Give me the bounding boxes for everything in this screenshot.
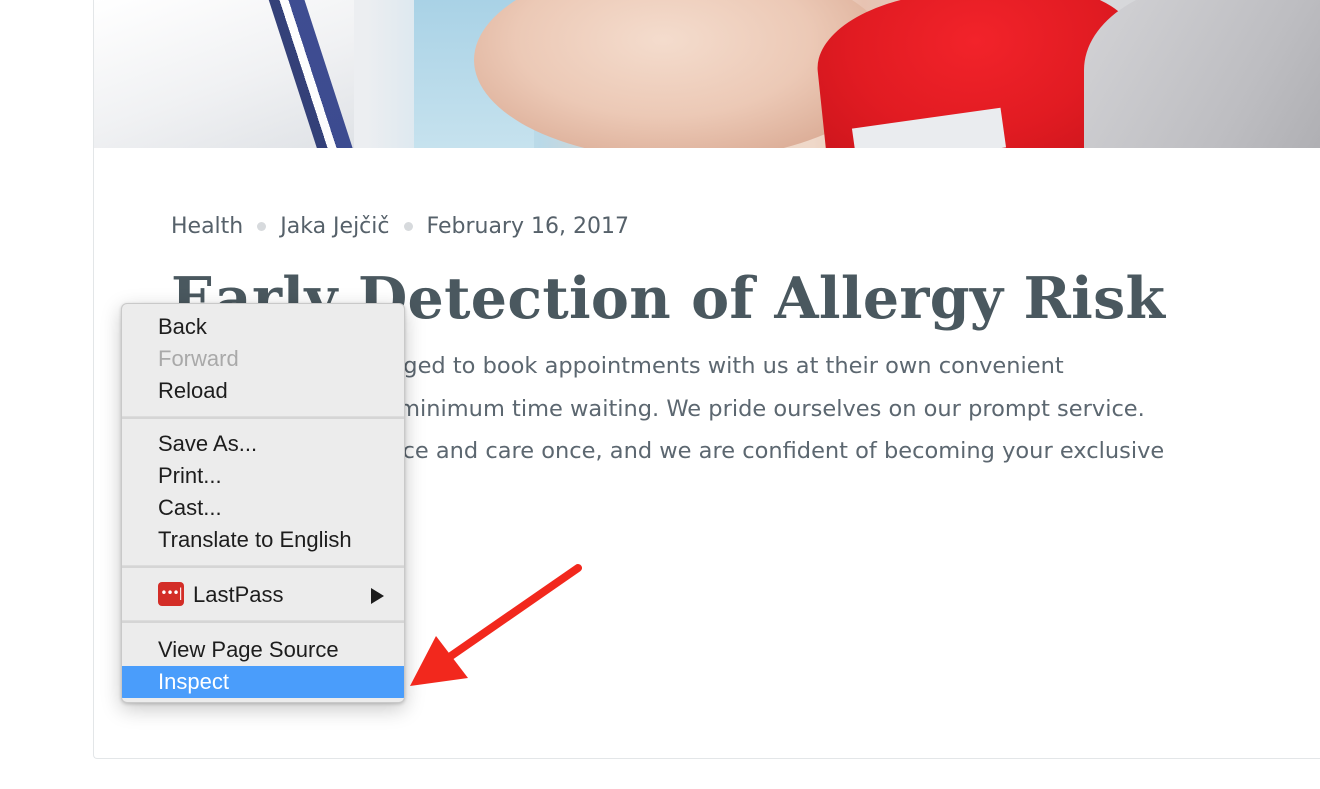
menu-item-forward: Forward [158, 346, 239, 371]
hero-image [94, 0, 1320, 148]
menu-separator [122, 565, 404, 568]
category-link[interactable]: Health [171, 214, 243, 239]
author-link[interactable]: Jaka Jejčič [280, 214, 389, 239]
page: Health Jaka Jejčič February 16, 2017 Ear… [0, 0, 1320, 789]
menu-item-inspect[interactable]: Inspect [122, 666, 404, 698]
menu-item-reload[interactable]: Reload [122, 375, 404, 407]
lastpass-icon: •••| [158, 582, 184, 606]
context-menu: Back Forward Reload Save As... Print... … [121, 303, 405, 703]
submenu-arrow-icon [371, 588, 384, 604]
publish-date: February 16, 2017 [426, 214, 629, 239]
article-meta: Health Jaka Jejčič February 16, 2017 [171, 214, 629, 239]
menu-separator [122, 620, 404, 623]
red-arrow-icon [410, 564, 582, 686]
menu-item-translate[interactable]: Translate to English [122, 524, 404, 556]
menu-item-save-as[interactable]: Save As... [122, 428, 404, 460]
menu-item-back[interactable]: Back [122, 311, 404, 343]
menu-item-lastpass[interactable]: •••| LastPass [122, 579, 404, 611]
menu-item-print[interactable]: Print... [122, 460, 404, 492]
meta-separator [257, 222, 267, 231]
menu-separator [122, 416, 404, 419]
menu-item-view-page-source[interactable]: View Page Source [122, 634, 404, 666]
menu-item-cast[interactable]: Cast... [122, 492, 404, 524]
meta-separator [403, 222, 413, 231]
menu-item-lastpass-label: LastPass [193, 582, 284, 607]
